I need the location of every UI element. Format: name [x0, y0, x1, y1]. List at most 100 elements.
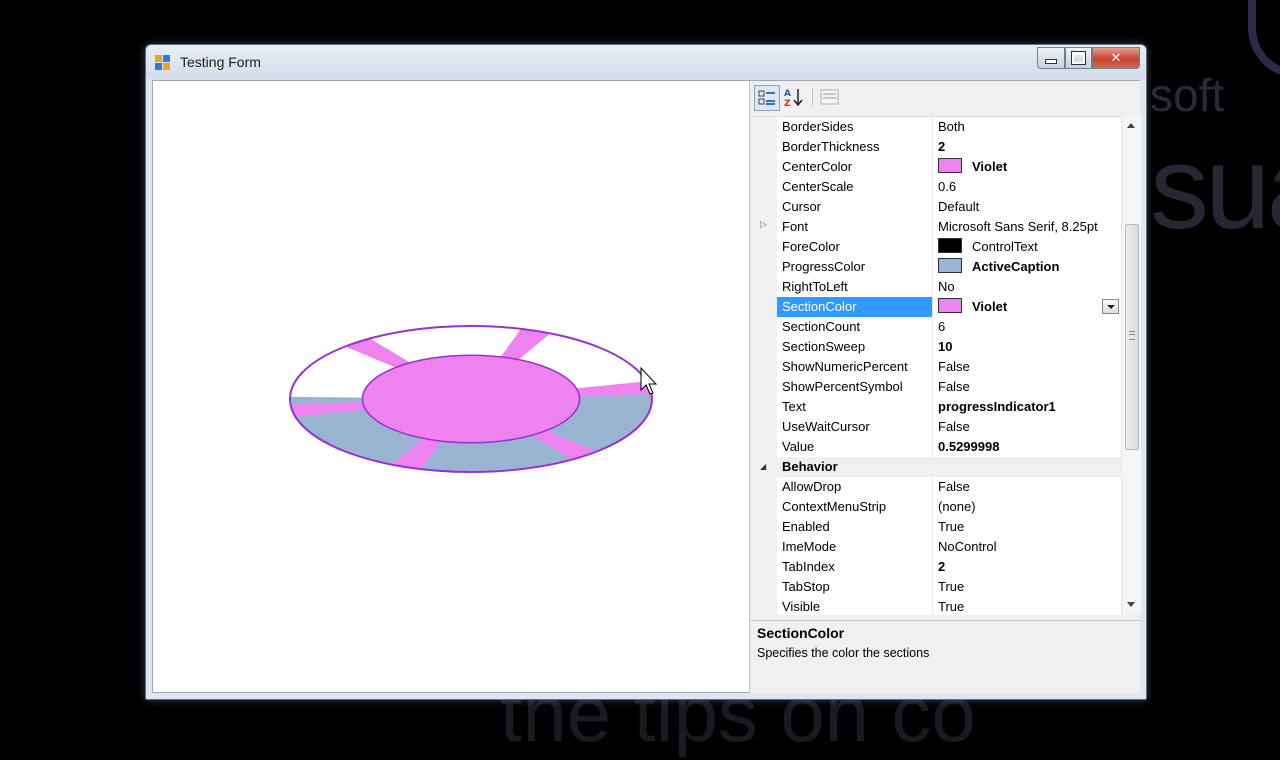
property-value[interactable]: No	[933, 277, 1121, 297]
property-name[interactable]: Value	[777, 437, 932, 457]
minimize-button[interactable]	[1037, 47, 1065, 69]
property-value[interactable]: Default	[933, 197, 1121, 217]
alphabetical-button[interactable]: A Z	[782, 85, 806, 109]
categorized-button[interactable]	[754, 85, 780, 111]
property-value[interactable]: 2	[933, 557, 1121, 577]
property-value[interactable]: True	[933, 597, 1121, 615]
property-row-centerscale[interactable]: CenterScale 0.6	[750, 177, 1121, 197]
row-margin	[750, 117, 777, 137]
property-value[interactable]: 0.6	[933, 177, 1121, 197]
property-value-text: False	[938, 419, 970, 434]
property-row-allowdrop[interactable]: AllowDrop False	[750, 477, 1121, 497]
row-margin	[750, 277, 777, 297]
property-name[interactable]: ContextMenuStrip	[777, 497, 932, 517]
property-row-shownumericpercent[interactable]: ShowNumericPercent False	[750, 357, 1121, 377]
property-name[interactable]: Text	[777, 397, 932, 417]
property-row-bordersides[interactable]: BorderSides Both	[750, 117, 1121, 137]
property-row-sectioncolor[interactable]: SectionColor Violet	[750, 297, 1121, 317]
property-row-value[interactable]: Value 0.5299998	[750, 437, 1121, 457]
property-name[interactable]: AllowDrop	[777, 477, 932, 497]
progress-indicator[interactable]	[153, 81, 749, 692]
property-value[interactable]: 10	[933, 337, 1121, 357]
property-value[interactable]: Microsoft Sans Serif, 8.25pt	[933, 217, 1121, 237]
property-value[interactable]: progressIndicator1	[933, 397, 1121, 417]
property-value[interactable]: True	[933, 517, 1121, 537]
property-value[interactable]: False	[933, 417, 1121, 437]
property-value[interactable]: Violet	[933, 157, 1121, 177]
title-bar[interactable]: Testing Form ✕	[146, 45, 1146, 79]
property-name[interactable]: RightToLeft	[777, 277, 932, 297]
property-name[interactable]: ShowNumericPercent	[777, 357, 932, 377]
scroll-thumb[interactable]	[1125, 224, 1139, 450]
property-row-visible[interactable]: Visible True	[750, 597, 1121, 615]
property-name[interactable]: Behavior	[777, 457, 1121, 477]
property-name[interactable]: ForeColor	[777, 237, 932, 257]
property-value[interactable]: 2	[933, 137, 1121, 157]
vs-logo-watermark	[1248, 0, 1280, 78]
property-name[interactable]: SectionColor	[777, 297, 932, 317]
property-value[interactable]: False	[933, 357, 1121, 377]
property-name[interactable]: CenterScale	[777, 177, 932, 197]
scroll-up-icon[interactable]	[1127, 123, 1135, 128]
property-name[interactable]: UseWaitCursor	[777, 417, 932, 437]
property-row-sectionsweep[interactable]: SectionSweep 10	[750, 337, 1121, 357]
property-name[interactable]: SectionCount	[777, 317, 932, 337]
property-row-progresscolor[interactable]: ProgressColor ActiveCaption	[750, 257, 1121, 277]
property-name[interactable]: ProgressColor	[777, 257, 932, 277]
close-button[interactable]: ✕	[1092, 47, 1140, 69]
property-value[interactable]: Violet	[933, 297, 1121, 317]
property-value[interactable]: False	[933, 377, 1121, 397]
background-text-sua: sua	[1150, 122, 1280, 254]
property-row-cursor[interactable]: Cursor Default	[750, 197, 1121, 217]
property-name[interactable]: Enabled	[777, 517, 932, 537]
property-name[interactable]: SectionSweep	[777, 337, 932, 357]
property-value-text: False	[938, 359, 970, 374]
property-row-enabled[interactable]: Enabled True	[750, 517, 1121, 537]
expand-icon[interactable]: ▷	[760, 220, 767, 230]
property-value[interactable]: 0.5299998	[933, 437, 1121, 457]
property-row-borderthickness[interactable]: BorderThickness 2	[750, 137, 1121, 157]
maximize-button[interactable]	[1065, 47, 1092, 69]
row-margin	[750, 257, 777, 277]
property-row-righttoleft[interactable]: RightToLeft No	[750, 277, 1121, 297]
property-value[interactable]: False	[933, 477, 1121, 497]
property-row-sectioncount[interactable]: SectionCount 6	[750, 317, 1121, 337]
property-name[interactable]: ShowPercentSymbol	[777, 377, 932, 397]
property-row-font[interactable]: ▷ Font Microsoft Sans Serif, 8.25pt	[750, 217, 1121, 237]
property-row-text[interactable]: Text progressIndicator1	[750, 397, 1121, 417]
design-canvas	[153, 81, 749, 692]
property-list-scrollbar[interactable]	[1121, 116, 1141, 614]
collapse-icon[interactable]: ◢	[760, 462, 766, 471]
property-row-imemode[interactable]: ImeMode NoControl	[750, 537, 1121, 557]
property-value[interactable]: 6	[933, 317, 1121, 337]
property-row-forecolor[interactable]: ForeColor ControlText	[750, 237, 1121, 257]
property-row-showpercentsymbol[interactable]: ShowPercentSymbol False	[750, 377, 1121, 397]
property-row-tabstop[interactable]: TabStop True	[750, 577, 1121, 597]
property-value[interactable]: ControlText	[933, 237, 1121, 257]
property-grid: A Z BorderSides Both BorderThickness 2 Ce	[749, 81, 1141, 693]
property-row-tabindex[interactable]: TabIndex 2	[750, 557, 1121, 577]
property-pages-button[interactable]	[818, 85, 842, 109]
property-row-contextmenustrip[interactable]: ContextMenuStrip (none)	[750, 497, 1121, 517]
property-value-text: True	[938, 519, 965, 534]
scroll-down-icon[interactable]	[1127, 602, 1135, 607]
property-name[interactable]: TabIndex	[777, 557, 932, 577]
property-name[interactable]: BorderSides	[777, 117, 932, 137]
property-name[interactable]: Font	[777, 217, 932, 237]
property-name[interactable]: BorderThickness	[777, 137, 932, 157]
dropdown-button[interactable]	[1102, 299, 1119, 314]
property-name[interactable]: TabStop	[777, 577, 932, 597]
property-name[interactable]: ImeMode	[777, 537, 932, 557]
category-behavior[interactable]: ◢ Behavior	[750, 457, 1121, 477]
property-value-text: NoControl	[938, 539, 997, 554]
property-value[interactable]: Both	[933, 117, 1121, 137]
property-value[interactable]: ActiveCaption	[933, 257, 1121, 277]
property-value[interactable]: (none)	[933, 497, 1121, 517]
property-row-centercolor[interactable]: CenterColor Violet	[750, 157, 1121, 177]
property-name[interactable]: CenterColor	[777, 157, 932, 177]
property-value[interactable]: NoControl	[933, 537, 1121, 557]
property-row-usewaitcursor[interactable]: UseWaitCursor False	[750, 417, 1121, 437]
property-name[interactable]: Cursor	[777, 197, 932, 217]
property-name[interactable]: Visible	[777, 597, 932, 615]
property-value[interactable]: True	[933, 577, 1121, 597]
